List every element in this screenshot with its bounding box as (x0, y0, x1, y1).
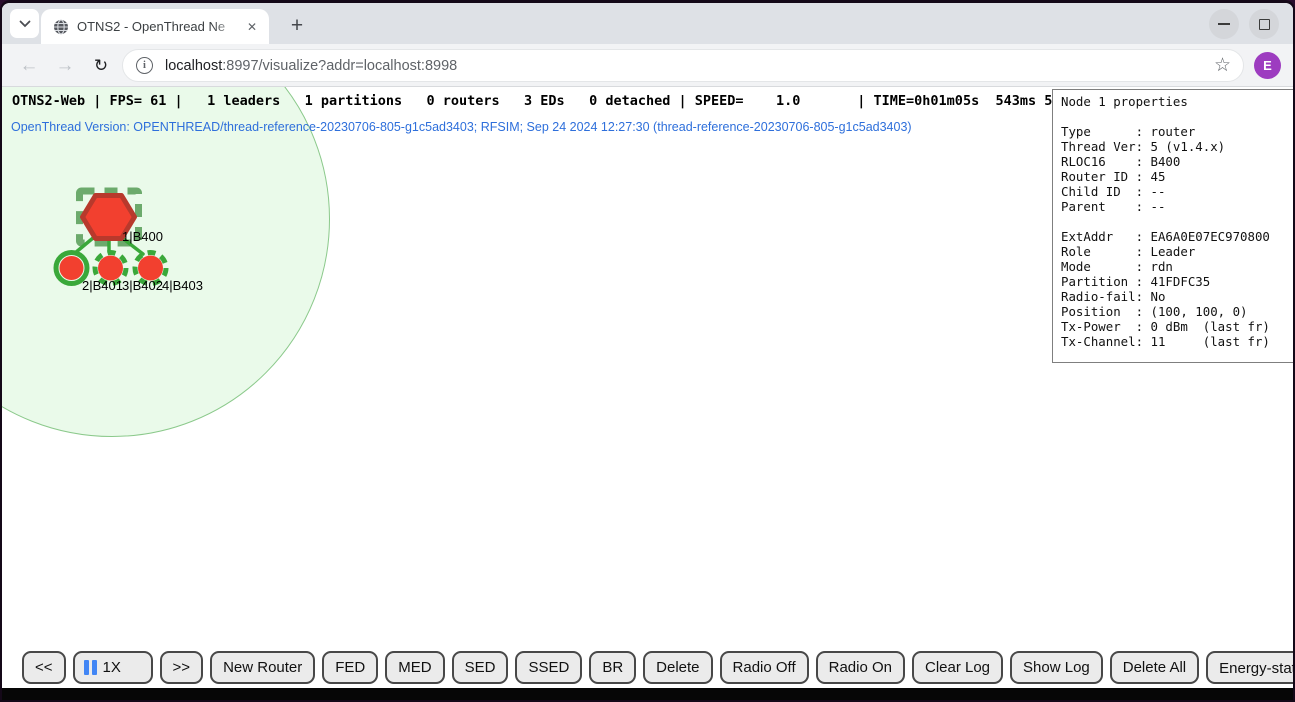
back-button[interactable]: ← (14, 44, 44, 87)
address-bar[interactable]: i localhost:8997/visualize?addr=localhos… (122, 49, 1244, 82)
window-bottom-edge (2, 688, 1293, 700)
sim-button-delete-all[interactable]: Delete All (1110, 651, 1199, 684)
tab-otns2[interactable]: OTNS2 - OpenThread Ne ✕ (41, 9, 269, 44)
sim-button-label: Radio Off (733, 659, 796, 676)
new-tab-button[interactable]: + (283, 12, 311, 40)
chevron-down-icon (19, 20, 31, 28)
sim-button-show-log[interactable]: Show Log (1010, 651, 1103, 684)
simulator-canvas[interactable]: 1|B400 2|B401 3|B402 4|B403 OTNS2-Web | … (2, 87, 1293, 691)
sim-button-label: Delete All (1123, 659, 1186, 676)
maximize-icon (1259, 19, 1270, 30)
sim-button-[interactable]: << (22, 651, 66, 684)
sim-button-label: SSED (528, 659, 569, 676)
pause-icon (84, 660, 97, 675)
end-device-node[interactable] (60, 256, 84, 280)
reload-button[interactable]: ↻ (86, 44, 116, 87)
node-label: 4|B403 (162, 278, 203, 293)
sim-button-new-router[interactable]: New Router (210, 651, 315, 684)
tab-strip: OTNS2 - OpenThread Ne ✕ + (2, 3, 1293, 44)
sim-button-label: MED (398, 659, 431, 676)
tab-title: OTNS2 - OpenThread Ne (77, 19, 243, 34)
simulator-toolbar: << 1X >> New Router FED MED SED SSED BR Delete Rad… (22, 651, 1293, 684)
url-text[interactable]: localhost:8997/visualize?addr=localhost:… (165, 58, 1214, 74)
end-device-node[interactable] (138, 256, 163, 281)
sim-button-sed[interactable]: SED (452, 651, 509, 684)
sim-button-radio-off[interactable]: Radio Off (720, 651, 809, 684)
sim-button-radio-on[interactable]: Radio On (816, 651, 905, 684)
sim-button-label: BR (602, 659, 623, 676)
url-path: :8997/visualize?addr=localhost:8998 (222, 58, 457, 74)
node-label: 2|B401 (82, 278, 123, 293)
address-toolbar: ← → ↻ i localhost:8997/visualize?addr=lo… (2, 44, 1293, 87)
sim-button-label: New Router (223, 659, 302, 676)
maximize-button[interactable] (1249, 9, 1279, 39)
sim-button-fed[interactable]: FED (322, 651, 378, 684)
node-label: 1|B400 (122, 229, 163, 244)
sim-button-med[interactable]: MED (385, 651, 444, 684)
profile-avatar[interactable]: E (1254, 52, 1281, 79)
sim-button-1x[interactable]: 1X (73, 651, 153, 684)
sim-button-clear-log[interactable]: Clear Log (912, 651, 1003, 684)
sim-button-energy-stats[interactable]: Energy-stats ↗ (1206, 651, 1293, 684)
url-host: localhost (165, 58, 222, 74)
sim-button-[interactable]: >> (160, 651, 204, 684)
sim-button-label: Energy-stats ↗ (1219, 659, 1293, 677)
minimize-button[interactable] (1209, 9, 1239, 39)
bookmark-star-icon[interactable]: ☆ (1214, 54, 1231, 77)
browser-window: OTNS2 - OpenThread Ne ✕ + ← → ↻ i localh… (0, 0, 1295, 702)
tab-search-button[interactable] (10, 9, 39, 38)
sim-button-label: Show Log (1023, 659, 1090, 676)
sim-button-label: << (35, 659, 53, 676)
end-device-node[interactable] (98, 256, 123, 281)
sim-button-label: Delete (656, 659, 699, 676)
globe-favicon-icon (53, 19, 69, 35)
tab-close-icon[interactable]: ✕ (243, 18, 261, 36)
openthread-version-link[interactable]: OpenThread Version: OPENTHREAD/thread-re… (11, 120, 912, 134)
minimize-icon (1218, 23, 1230, 25)
sim-button-label: 1X (103, 659, 121, 676)
sim-button-label: SED (465, 659, 496, 676)
node-properties-panel: Node 1 properties Type : router Thread V… (1052, 89, 1293, 363)
node-label: 3|B402 (122, 278, 163, 293)
site-info-icon[interactable]: i (136, 57, 153, 74)
forward-button[interactable]: → (50, 44, 80, 87)
sim-button-label: >> (173, 659, 191, 676)
sim-button-label: FED (335, 659, 365, 676)
sim-button-br[interactable]: BR (589, 651, 636, 684)
sim-button-label: Radio On (829, 659, 892, 676)
node-properties-text: Node 1 properties Type : router Thread V… (1061, 94, 1286, 349)
window-controls (1209, 9, 1279, 39)
sim-button-label: Clear Log (925, 659, 990, 676)
status-bar: OTNS2-Web | FPS= 61 | 1 leaders 1 partit… (12, 93, 1085, 109)
sim-button-ssed[interactable]: SSED (515, 651, 582, 684)
sim-button-delete[interactable]: Delete (643, 651, 712, 684)
